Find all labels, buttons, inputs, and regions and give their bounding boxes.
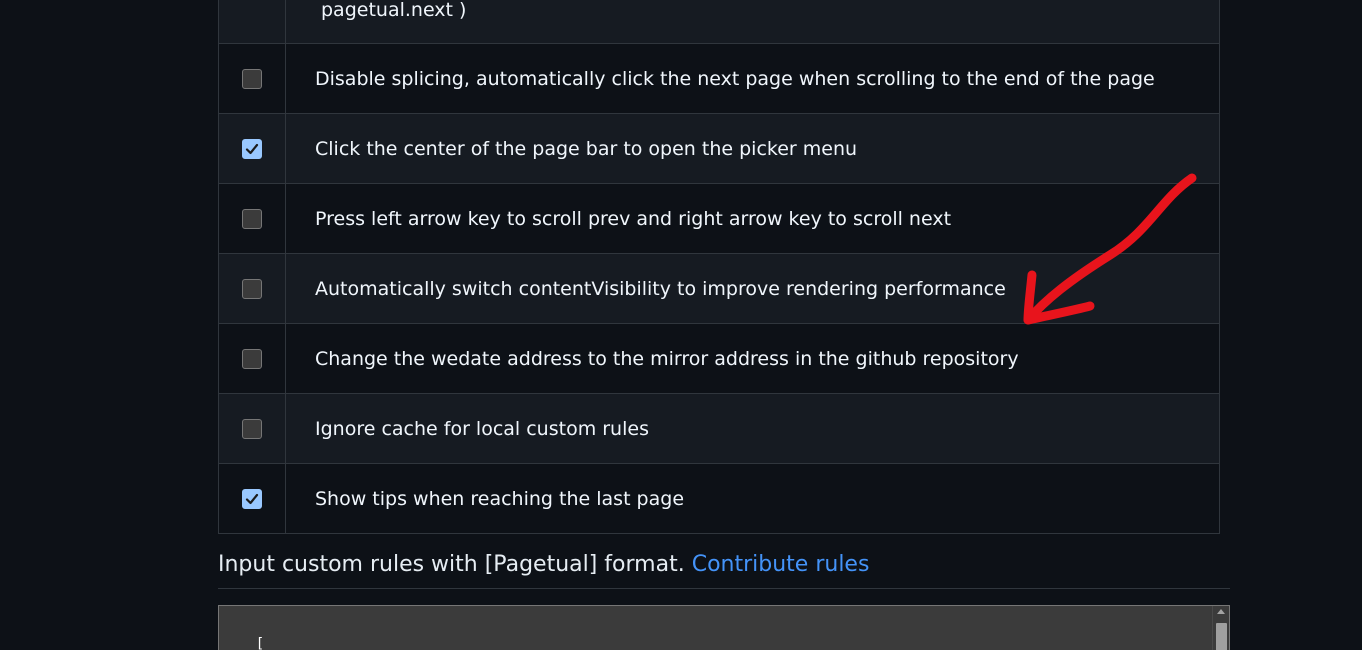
- option-label: Click the center of the page bar to open…: [285, 113, 1220, 184]
- option-row: Ignore cache for local custom rules: [218, 393, 1220, 464]
- option-label: pagetual.next ): [285, 0, 1220, 44]
- option-row: Change the wedate address to the mirror …: [218, 323, 1220, 394]
- textarea-scrollbar[interactable]: [1212, 606, 1229, 650]
- settings-page: pagetual.next ) Disable splicing, automa…: [0, 0, 1362, 650]
- option-row: Disable splicing, automatically click th…: [218, 43, 1220, 114]
- checkbox-cell: [218, 393, 286, 464]
- checkbox-cell: [218, 463, 286, 534]
- option-checkbox[interactable]: [242, 418, 262, 439]
- custom-rules-heading: Input custom rules with [Pagetual] forma…: [218, 552, 1230, 589]
- option-label: Ignore cache for local custom rules: [285, 393, 1220, 464]
- custom-rules-textarea[interactable]: [ {: [218, 605, 1230, 650]
- option-row: Show tips when reaching the last page: [218, 463, 1220, 534]
- option-checkbox[interactable]: [242, 68, 262, 89]
- option-row: pagetual.next ): [218, 0, 1220, 44]
- option-row: Click the center of the page bar to open…: [218, 113, 1220, 184]
- checkbox-cell: [218, 183, 286, 254]
- option-checkbox[interactable]: [242, 488, 262, 509]
- option-checkbox[interactable]: [242, 348, 262, 369]
- checkbox-cell: [218, 323, 286, 394]
- option-checkbox[interactable]: [242, 138, 262, 159]
- option-label: Disable splicing, automatically click th…: [285, 43, 1220, 114]
- options-table: pagetual.next ) Disable splicing, automa…: [218, 0, 1220, 534]
- checkbox-cell: [218, 253, 286, 324]
- scroll-thumb[interactable]: [1216, 623, 1227, 650]
- option-label: Show tips when reaching the last page: [285, 463, 1220, 534]
- checkbox-cell: [218, 0, 286, 44]
- checkmark-icon: [245, 493, 259, 504]
- option-row: Press left arrow key to scroll prev and …: [218, 183, 1220, 254]
- option-row: Automatically switch contentVisibility t…: [218, 253, 1220, 324]
- checkbox-cell: [218, 113, 286, 184]
- option-label: Automatically switch contentVisibility t…: [285, 253, 1220, 324]
- option-label: Press left arrow key to scroll prev and …: [285, 183, 1220, 254]
- option-label: Change the wedate address to the mirror …: [285, 323, 1220, 394]
- option-checkbox[interactable]: [242, 278, 262, 299]
- option-checkbox[interactable]: [242, 208, 262, 229]
- checkmark-icon: [245, 143, 259, 154]
- custom-rules-heading-text: Input custom rules with [Pagetual] forma…: [218, 552, 685, 577]
- scroll-up-arrow-icon[interactable]: [1217, 609, 1225, 614]
- custom-rules-text: [ {: [255, 636, 265, 650]
- contribute-rules-link[interactable]: Contribute rules: [692, 552, 870, 577]
- checkbox-cell: [218, 43, 286, 114]
